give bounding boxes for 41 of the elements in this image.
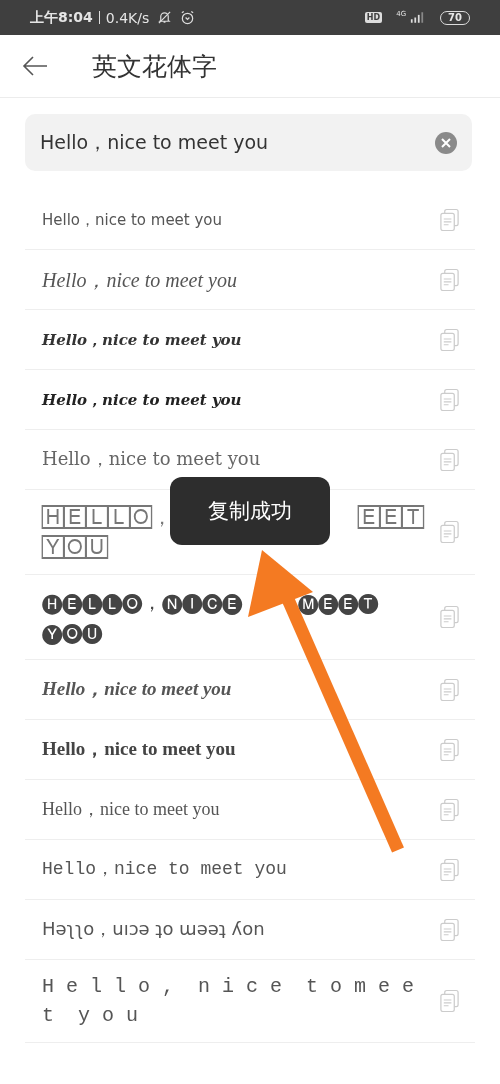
hd-badge: HD [364, 12, 383, 23]
styled-text: 🅗🅔🅛🅛🅞，🅝🅘🅒🅔 [42, 588, 242, 616]
copy-icon[interactable] [439, 737, 460, 762]
styled-text: Hello，nice to meet you [42, 798, 221, 822]
styled-text: Hello，nice to meet you [42, 267, 238, 294]
copy-icon[interactable] [439, 447, 460, 472]
styled-text: 🄴🄴🅃 [358, 505, 424, 529]
copy-icon[interactable] [439, 917, 460, 942]
styled-text: Hello，nice to meet you [42, 447, 262, 472]
copy-icon[interactable] [439, 520, 460, 544]
styled-text: Hello，nice to meet you [42, 329, 243, 351]
copy-icon[interactable] [439, 857, 460, 882]
styled-text: Hello，nice to meet you [42, 858, 288, 882]
styled-text: 🅨🅞🅤 [42, 620, 102, 644]
styled-text: 🄷🄴🄻🄻🄾， [42, 503, 172, 531]
toast-message: 复制成功 [170, 477, 330, 545]
page-title: 英文花体字 [92, 50, 217, 83]
network-speed: 0.4K/s [105, 9, 150, 26]
copy-icon[interactable] [439, 207, 460, 232]
styled-text: Hello，nice to meet you [42, 677, 233, 702]
copy-icon[interactable] [439, 989, 460, 1013]
styled-text: Həʅʅo，uıɔə ʇo ɯəəʇ ʎon [42, 917, 266, 942]
search-field[interactable]: Hello，nice to meet you [25, 114, 472, 171]
styled-text: Hello，nice to meet you [42, 737, 237, 762]
styled-text: 🅜🅔🅔🅣 [298, 590, 378, 614]
copy-icon[interactable] [439, 677, 460, 702]
styled-text: Hello，nice to meet you [42, 389, 243, 411]
copy-icon[interactable] [439, 605, 460, 629]
styled-text: H e l l o , n i c e t o m e e t y o u [42, 974, 416, 1029]
status-time: 上午8:04 [30, 8, 93, 27]
alarm-icon [180, 10, 196, 25]
copy-icon[interactable] [439, 797, 460, 822]
copy-icon[interactable] [439, 267, 460, 292]
copy-icon[interactable] [439, 327, 460, 352]
styled-text: Hello，nice to meet you [42, 209, 224, 231]
copy-icon[interactable] [439, 387, 460, 412]
back-arrow-icon[interactable] [22, 56, 48, 76]
muted-bell-icon [157, 10, 173, 25]
styled-text: 🅈🄾🅄 [42, 535, 108, 559]
signal-icon [410, 12, 425, 23]
clear-icon[interactable] [435, 131, 457, 154]
